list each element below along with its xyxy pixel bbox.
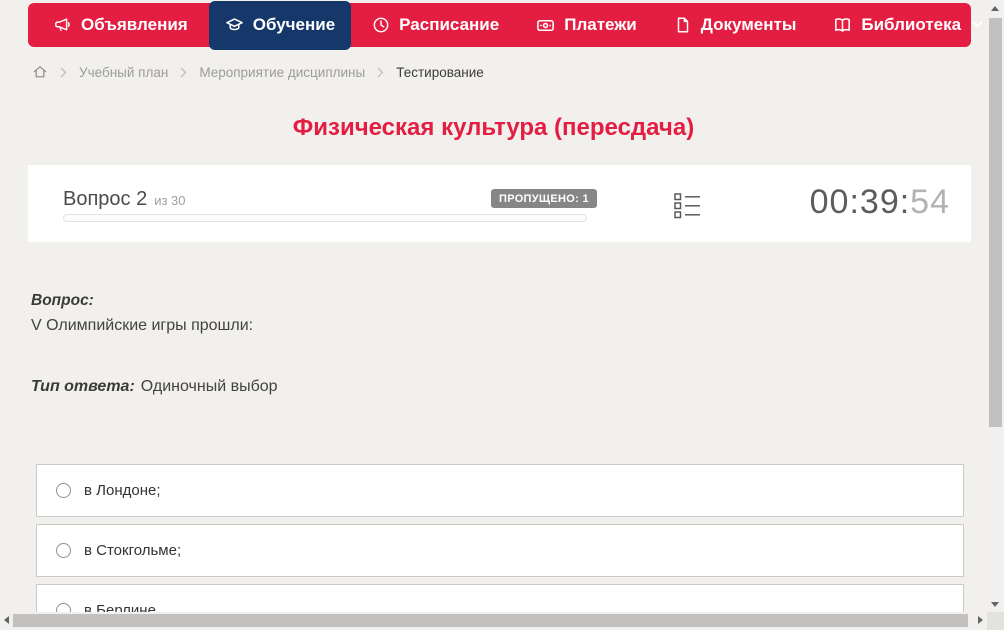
nav-item-label: Документы xyxy=(700,15,797,34)
triangle-right-icon xyxy=(978,616,983,624)
horizontal-scrollbar-thumb[interactable] xyxy=(13,614,968,627)
answer-type-row: Тип ответа: Одиночный выбор xyxy=(31,378,278,396)
skipped-badge: ПРОПУЩЕНО: 1 xyxy=(491,189,597,208)
nav-item-label: Объявления xyxy=(81,15,188,34)
breadcrumb-item-discipline-event[interactable]: Мероприятие дисциплины xyxy=(199,65,365,80)
chevron-down-icon xyxy=(972,21,983,28)
timer: 00:39:54 xyxy=(810,183,950,222)
breadcrumb-item-testing: Тестирование xyxy=(396,64,484,80)
home-icon xyxy=(33,66,47,78)
nav-item-learning[interactable]: Обучение xyxy=(208,0,352,50)
main-navbar: Объявления Обучение Расписание Платежи Д… xyxy=(28,0,983,50)
breadcrumb-home[interactable] xyxy=(32,64,48,80)
vertical-scrollbar[interactable] xyxy=(987,0,1004,612)
option-label: в Лондоне; xyxy=(84,482,161,499)
question-label: Вопрос: xyxy=(31,292,94,309)
page-title: Физическая культура (пересдача) xyxy=(292,114,695,141)
question-text: V Олимпийские игры прошли: xyxy=(31,317,254,334)
nav-item-label: Обучение xyxy=(252,15,336,34)
nav-item-documents[interactable]: Документы xyxy=(658,3,813,47)
progress-bar xyxy=(63,214,587,222)
scroll-left-button[interactable] xyxy=(0,612,13,630)
nav-item-payments[interactable]: Платежи xyxy=(520,3,653,47)
nav-item-label: Расписание xyxy=(399,15,500,34)
scroll-down-button[interactable] xyxy=(987,596,1004,611)
horizontal-scrollbar[interactable] xyxy=(0,612,987,630)
graduation-cap-icon xyxy=(225,17,243,30)
answer-type-value: Одиночный выбор xyxy=(140,378,278,395)
answer-options: в Лондоне; в Стокгольме; в Берлине. xyxy=(36,464,964,630)
timer-hours-minutes: 00:39: xyxy=(809,183,911,221)
scroll-right-button[interactable] xyxy=(973,612,987,630)
question-header-card: Вопрос 2 из 30 ПРОПУЩЕНО: 1 00:39:54 xyxy=(28,165,971,242)
breadcrumb-item-study-plan[interactable]: Учебный план xyxy=(79,65,168,80)
breadcrumb: Учебный план Мероприятие дисциплины Тест… xyxy=(32,62,484,82)
breadcrumb-separator-icon xyxy=(377,67,384,77)
answer-option-2[interactable]: в Стокгольме; xyxy=(36,524,964,577)
scroll-up-button[interactable] xyxy=(987,0,1004,15)
radio-button[interactable] xyxy=(56,483,71,498)
triangle-down-icon xyxy=(991,602,999,607)
banknote-icon xyxy=(537,19,555,31)
question-list-icon xyxy=(674,193,700,219)
question-counter: Вопрос 2 из 30 xyxy=(63,188,186,211)
nav-item-label: Платежи xyxy=(564,15,637,34)
nav-item-label: Библиотека xyxy=(861,15,962,34)
nav-item-schedule[interactable]: Расписание xyxy=(356,3,515,47)
question-total: из 30 xyxy=(154,193,186,208)
option-label: в Стокгольме; xyxy=(84,542,182,559)
radio-button[interactable] xyxy=(56,543,71,558)
breadcrumb-separator-icon xyxy=(60,67,67,77)
triangle-up-icon xyxy=(991,6,999,11)
answer-type-label: Тип ответа: xyxy=(31,378,135,395)
megaphone-icon xyxy=(55,18,70,31)
nav-item-announcements[interactable]: Объявления xyxy=(38,3,204,47)
nav-item-library[interactable]: Библиотека xyxy=(817,3,999,47)
question-number: Вопрос 2 xyxy=(63,188,148,210)
clock-icon xyxy=(373,17,389,33)
open-book-icon xyxy=(835,17,851,32)
breadcrumb-separator-icon xyxy=(180,67,187,77)
vertical-scrollbar-thumb[interactable] xyxy=(989,18,1002,427)
timer-seconds: 54 xyxy=(910,183,950,221)
document-icon xyxy=(677,17,688,33)
question-list-button[interactable] xyxy=(674,192,701,225)
lms-test-page: Объявления Обучение Расписание Платежи Д… xyxy=(0,0,1004,630)
triangle-left-icon xyxy=(4,616,9,624)
scrollbar-corner xyxy=(987,612,1004,630)
answer-option-1[interactable]: в Лондоне; xyxy=(36,464,964,517)
